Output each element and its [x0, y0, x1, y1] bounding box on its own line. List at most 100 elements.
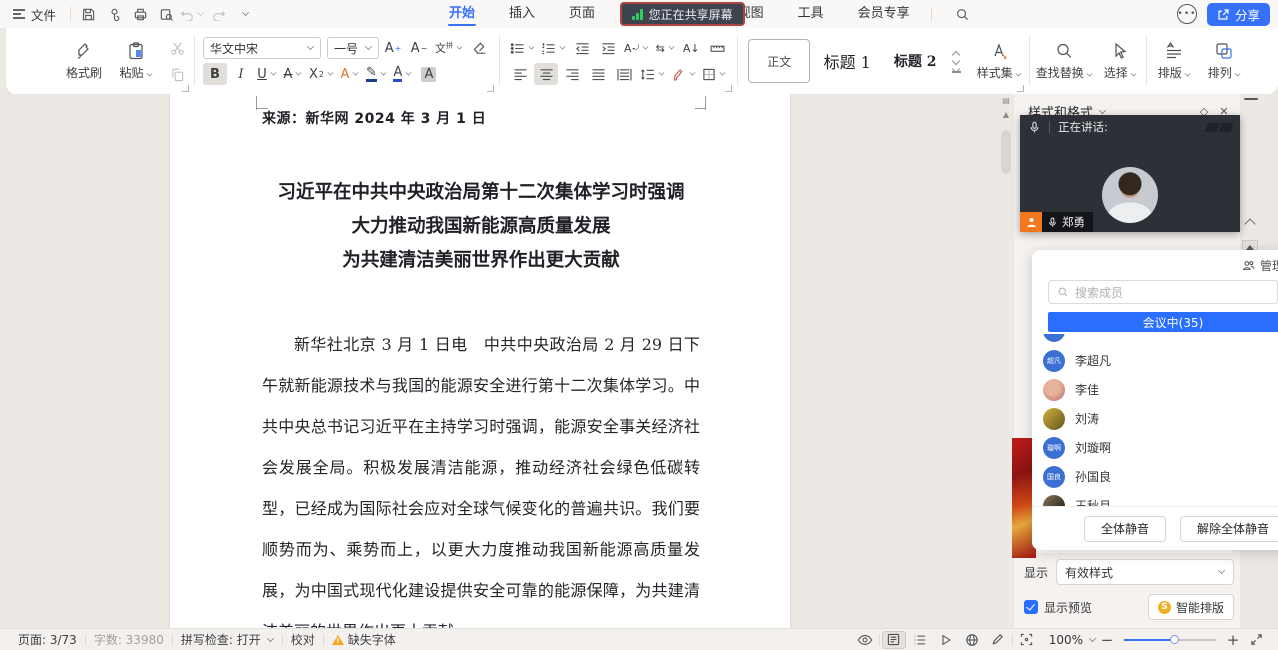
shading-button[interactable]: [669, 63, 698, 85]
redo-button[interactable]: [205, 3, 231, 25]
member-row[interactable]: 璇啊 刘璇啊: [1032, 433, 1278, 462]
line-spacing-button[interactable]: [638, 63, 667, 85]
text-direction-button[interactable]: A⤾: [622, 37, 651, 59]
export-button[interactable]: [101, 3, 127, 25]
page-indicator[interactable]: 页面: 3/73: [10, 631, 85, 648]
zoom-slider-thumb[interactable]: [1170, 635, 1179, 644]
member-row[interactable]: 刘涛: [1032, 404, 1278, 433]
find-replace-button[interactable]: 查找替换: [1032, 33, 1096, 89]
microphone-icon[interactable]: [1028, 121, 1041, 134]
select-button[interactable]: 选择: [1096, 33, 1144, 89]
styles-scroll-down-button[interactable]: [952, 58, 961, 64]
ruler-show-icon[interactable]: ▤: [1000, 96, 1012, 106]
proofread-button[interactable]: 校对: [283, 631, 323, 648]
tab-insert[interactable]: 插入: [492, 0, 552, 28]
tab-page[interactable]: 页面: [552, 0, 612, 28]
style-body-text[interactable]: 正文: [748, 39, 810, 83]
chevron-down-icon[interactable]: [1089, 635, 1096, 642]
member-row[interactable]: 李佳: [1032, 375, 1278, 404]
paste-button[interactable]: 粘贴: [110, 33, 162, 89]
outline-view-button[interactable]: [908, 631, 932, 649]
eye-protect-button[interactable]: [853, 631, 877, 649]
paragraph-dialog-launcher[interactable]: [725, 85, 732, 92]
search-button[interactable]: [950, 3, 976, 25]
print-preview-button[interactable]: [153, 3, 179, 25]
mute-all-button[interactable]: 全体静音: [1084, 516, 1166, 542]
zoom-in-button[interactable]: +: [1224, 631, 1242, 649]
zoom-slider[interactable]: [1124, 631, 1216, 649]
member-row[interactable]: 超凡 李超凡: [1032, 346, 1278, 375]
underline-button[interactable]: U: [255, 63, 279, 85]
styles-scroll-up-button[interactable]: [952, 50, 961, 56]
read-mode-button[interactable]: [934, 631, 958, 649]
pane-minimize-button[interactable]: [1244, 98, 1258, 100]
superscript-button[interactable]: X2: [307, 63, 336, 85]
style-heading1[interactable]: 标题 1: [816, 39, 878, 83]
meeting-video-window[interactable]: 正在讲话: 郑勇: [1020, 115, 1240, 232]
tab-member[interactable]: 会员专享: [841, 0, 927, 28]
increase-font-button[interactable]: A+: [381, 37, 405, 59]
document-page[interactable]: 来源：新华网 2024 年 3 月 1 日 习近平在中共中央政治局第十二次集体学…: [170, 94, 790, 628]
sort-button[interactable]: A↓: [679, 37, 703, 59]
scrollbar-thumb[interactable]: [1001, 130, 1011, 174]
distribute-button[interactable]: [612, 63, 636, 85]
tab-tools[interactable]: 工具: [781, 0, 841, 28]
file-menu-button[interactable]: 文件: [0, 0, 66, 28]
align-center-button[interactable]: [534, 63, 558, 85]
smart-typeset-button[interactable]: S 智能排版: [1148, 594, 1234, 620]
clipboard-dialog-launcher[interactable]: [182, 85, 189, 92]
character-shading-button[interactable]: A: [417, 63, 441, 85]
show-preview-checkbox[interactable]: [1024, 600, 1038, 614]
arrange-button[interactable]: 排列: [1199, 33, 1249, 89]
print-button[interactable]: [127, 3, 153, 25]
highlight-color-button[interactable]: ✎: [364, 63, 389, 85]
ruler-toggle-button[interactable]: [705, 37, 729, 59]
quick-access-more-button[interactable]: [231, 3, 257, 25]
share-button[interactable]: 分享: [1207, 3, 1270, 26]
unmute-all-button[interactable]: 解除全体静音: [1180, 516, 1278, 542]
scroll-up-arrow[interactable]: ▲: [1000, 110, 1012, 120]
bullet-list-button[interactable]: [508, 37, 537, 59]
save-button[interactable]: [75, 3, 101, 25]
page-view-button[interactable]: [882, 631, 906, 649]
phonetic-guide-button[interactable]: 文拼: [433, 37, 465, 59]
display-style-select[interactable]: 有效样式: [1056, 559, 1234, 585]
collapse-up-icon[interactable]: [1244, 218, 1255, 229]
decrease-indent-button[interactable]: [570, 37, 594, 59]
italic-button[interactable]: I: [229, 63, 253, 85]
font-name-select[interactable]: 华文中宋: [203, 37, 321, 59]
strikethrough-button[interactable]: A: [281, 63, 305, 85]
edit-mode-button[interactable]: [986, 631, 1010, 649]
asian-layout-button[interactable]: ⇆: [653, 37, 677, 59]
bold-button[interactable]: B: [203, 63, 227, 85]
typeset-button[interactable]: 排版: [1149, 33, 1199, 89]
undo-button[interactable]: [179, 3, 205, 25]
zoom-level[interactable]: 100%: [1041, 633, 1085, 647]
member-search-input[interactable]: 搜索成员: [1048, 280, 1278, 304]
fit-page-button[interactable]: [1015, 631, 1039, 649]
help-icon[interactable]: •••: [1177, 4, 1197, 24]
clear-format-button[interactable]: [467, 37, 491, 59]
align-right-button[interactable]: [560, 63, 584, 85]
word-count[interactable]: 字数: 33980: [86, 631, 172, 648]
spellcheck-status[interactable]: 拼写检查: 打开: [173, 631, 282, 648]
text-effects-button[interactable]: A: [338, 63, 362, 85]
zoom-out-button[interactable]: −: [1098, 631, 1116, 649]
styles-expand-button[interactable]: [952, 66, 961, 73]
styles-dialog-launcher[interactable]: [1017, 85, 1024, 92]
in-meeting-banner[interactable]: 会议中(35): [1048, 312, 1278, 332]
copy-button[interactable]: [166, 64, 188, 84]
font-dialog-launcher[interactable]: [487, 85, 494, 92]
web-view-button[interactable]: [960, 631, 984, 649]
style-set-button[interactable]: 样式集: [971, 33, 1027, 89]
justify-button[interactable]: [586, 63, 610, 85]
font-size-select[interactable]: 一号: [327, 37, 379, 59]
borders-button[interactable]: [700, 63, 728, 85]
font-color-button[interactable]: A: [391, 63, 415, 85]
screen-sharing-badge[interactable]: 您正在共享屏幕: [620, 2, 745, 26]
format-painter-button[interactable]: 格式刷: [58, 33, 110, 89]
manage-members-label[interactable]: 管理: [1260, 257, 1278, 274]
tab-home[interactable]: 开始: [432, 0, 492, 28]
cut-button[interactable]: [166, 38, 188, 58]
document-content[interactable]: 来源：新华网 2024 年 3 月 1 日 习近平在中共中央政治局第十二次集体学…: [262, 108, 700, 628]
